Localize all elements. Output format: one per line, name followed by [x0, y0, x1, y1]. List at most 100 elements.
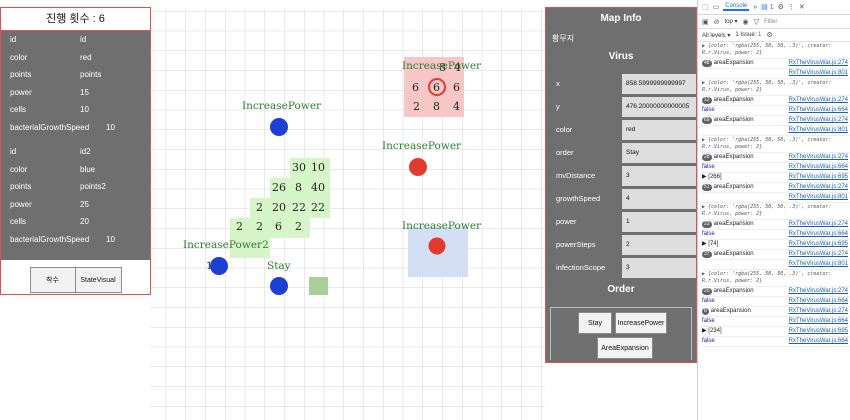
- console-log-entry[interactable]: ▶ {color: 'rgba(255, 50, 50, .3)', creat…: [702, 203, 850, 220]
- color-field[interactable]: red: [622, 119, 696, 140]
- console-settings-icon[interactable]: ⚙: [766, 31, 772, 39]
- console-log-entry[interactable]: false RxTheVirusWar.js:664: [702, 106, 850, 116]
- order-field[interactable]: Stay: [622, 142, 696, 163]
- console-log-entry[interactable]: false RxTheVirusWar.js:664: [702, 337, 850, 347]
- table-row: color red: [1, 49, 150, 67]
- console-log-entry[interactable]: ▶ {color: 'rgba(255, 50, 50, .3)', creat…: [702, 79, 850, 96]
- clear-console-icon[interactable]: ⊘: [714, 18, 720, 26]
- infection-scope-field[interactable]: 3: [622, 257, 696, 278]
- x-field[interactable]: 858.5999999999997: [622, 73, 696, 94]
- mv-distance-field[interactable]: 3: [622, 165, 696, 186]
- log-source-link[interactable]: RxTheVirusWar.js:695: [789, 241, 848, 248]
- log-source-link[interactable]: RxTheVirusWar.js:801: [789, 261, 848, 268]
- table-row: bacterialGrowthSpeed 10: [1, 231, 150, 249]
- stay-button[interactable]: Stay: [578, 312, 612, 334]
- row-value: 15: [80, 87, 89, 97]
- log-source-link[interactable]: RxTheVirusWar.js:274: [789, 154, 848, 161]
- sidebar-toggle-icon[interactable]: ▣: [702, 18, 709, 26]
- growth-speed-field[interactable]: 4: [622, 188, 696, 209]
- log-text: false: [702, 164, 715, 170]
- message-count-badge[interactable]: ▤ 1: [761, 3, 773, 11]
- log-source-link[interactable]: RxTheVirusWar.js:801: [789, 70, 848, 77]
- console-log-entry[interactable]: ▶ {color: 'rgba(255, 50, 50, .3)', creat…: [702, 136, 850, 153]
- log-source-link[interactable]: RxTheVirusWar.js:664: [789, 338, 848, 345]
- virus-section-title: Virus: [608, 51, 634, 62]
- console-log-entry[interactable]: ▶ [266] RxTheVirusWar.js:695: [702, 173, 850, 183]
- area-expansion-button[interactable]: AreaExpansion: [597, 337, 653, 359]
- increase-power-button[interactable]: IncreasePower: [615, 312, 667, 334]
- repeat-count-badge: 51: [702, 184, 712, 191]
- console-log-entry[interactable]: false RxTheVirusWar.js:664: [702, 230, 850, 240]
- tile-number: 22: [292, 201, 306, 214]
- info-row: mvDistance 3: [546, 164, 696, 187]
- console-log-entry[interactable]: 48 areaExpansion RxTheVirusWar.js:274: [702, 59, 850, 69]
- console-log-entry[interactable]: ▶ [234] RxTheVirusWar.js:695: [702, 327, 850, 337]
- log-source-link[interactable]: RxTheVirusWar.js:274: [789, 97, 848, 104]
- log-source-link[interactable]: RxTheVirusWar.js:695: [789, 328, 848, 335]
- order-label: IncreasePower: [402, 60, 482, 72]
- console-log-entry[interactable]: RxTheVirusWar.js:801: [702, 193, 850, 203]
- close-icon[interactable]: ✕: [799, 3, 805, 11]
- game-map[interactable]: 8 4 6 6 6 2 8 4 30 10 26 8 40 2 20 22 22…: [150, 9, 545, 420]
- context-select[interactable]: top ▾: [725, 18, 738, 25]
- console-log-entry[interactable]: RxTheVirusWar.js:801: [702, 69, 850, 79]
- issues-link[interactable]: 1 Issue: 1: [735, 32, 761, 38]
- tile-number: 6: [275, 220, 282, 233]
- log-source-link[interactable]: RxTheVirusWar.js:664: [789, 318, 848, 325]
- console-log-entry[interactable]: ▶ [74] RxTheVirusWar.js:695: [702, 240, 850, 250]
- console-log-entry[interactable]: RxTheVirusWar.js:801: [702, 126, 850, 136]
- log-source-link[interactable]: RxTheVirusWar.js:695: [789, 174, 848, 181]
- log-source-link[interactable]: RxTheVirusWar.js:274: [789, 60, 848, 67]
- state-visual-button[interactable]: StateVisual: [75, 267, 122, 293]
- settings-icon[interactable]: ⚙: [778, 3, 784, 11]
- row-key: id: [10, 35, 17, 44]
- console-log-entry[interactable]: RxTheVirusWar.js:801: [702, 260, 850, 270]
- log-source-link[interactable]: RxTheVirusWar.js:801: [789, 127, 848, 134]
- device-toggle-icon[interactable]: ▭: [713, 3, 720, 11]
- console-log-entry[interactable]: false RxTheVirusWar.js:664: [702, 297, 850, 307]
- log-source-link[interactable]: RxTheVirusWar.js:274: [789, 251, 848, 258]
- log-source-link[interactable]: RxTheVirusWar.js:274: [789, 288, 848, 295]
- more-options-icon[interactable]: ⋮: [788, 3, 795, 11]
- log-source-link[interactable]: RxTheVirusWar.js:801: [789, 194, 848, 201]
- log-text: false: [702, 231, 715, 237]
- log-message: ▶ {color: 'rgba(255, 50, 50, .3)', creat…: [702, 43, 848, 57]
- tab-console[interactable]: Console: [723, 3, 750, 11]
- filter-input[interactable]: Filter: [764, 19, 777, 25]
- inspect-icon[interactable]: ⬚: [702, 3, 709, 11]
- map-info-title: Map Info: [600, 13, 642, 24]
- log-source-link[interactable]: RxTheVirusWar.js:274: [789, 117, 848, 124]
- tile-number: 22: [311, 201, 325, 214]
- table-row: power 25: [1, 196, 150, 214]
- console-log-entry[interactable]: 37 areaExpansion RxTheVirusWar.js:274: [702, 250, 850, 260]
- power-field[interactable]: 1: [622, 211, 696, 232]
- log-message: ▶ [234]: [702, 328, 786, 335]
- levels-select[interactable]: All levels ▾: [702, 32, 730, 39]
- y-field[interactable]: 476.20000000000005: [622, 96, 696, 117]
- log-source-link[interactable]: RxTheVirusWar.js:664: [789, 107, 848, 114]
- console-log-entry[interactable]: ▶ {color: 'rgba(255, 50, 50, .3)', creat…: [702, 270, 850, 287]
- log-source-link[interactable]: RxTheVirusWar.js:664: [789, 164, 848, 171]
- console-log-entry[interactable]: 23 areaExpansion RxTheVirusWar.js:274: [702, 220, 850, 230]
- console-log-entry[interactable]: 20 areaExpansion RxTheVirusWar.js:274: [702, 287, 850, 297]
- log-text: areaExpansion: [710, 308, 751, 314]
- log-source-link[interactable]: RxTheVirusWar.js:664: [789, 298, 848, 305]
- more-tabs-icon[interactable]: »: [753, 4, 757, 11]
- log-source-link[interactable]: RxTheVirusWar.js:274: [789, 184, 848, 191]
- place-button[interactable]: 착수: [29, 267, 76, 293]
- log-message: ▶ {color: 'rgba(255, 50, 50, .3)', creat…: [702, 271, 848, 285]
- console-log-entry[interactable]: 69 areaExpansion RxTheVirusWar.js:274: [702, 116, 850, 126]
- console-log-entry[interactable]: 8 areaExpansion RxTheVirusWar.js:274: [702, 307, 850, 317]
- log-source-link[interactable]: RxTheVirusWar.js:274: [789, 221, 848, 228]
- console-log-entry[interactable]: 28 areaExpansion RxTheVirusWar.js:274: [702, 153, 850, 163]
- console-log-entry[interactable]: 12 areaExpansion RxTheVirusWar.js:274: [702, 96, 850, 106]
- log-source-link[interactable]: RxTheVirusWar.js:274: [789, 308, 848, 315]
- console-log-entry[interactable]: false RxTheVirusWar.js:664: [702, 163, 850, 173]
- log-message: ▶ [266]: [702, 174, 786, 181]
- log-source-link[interactable]: RxTheVirusWar.js:664: [789, 231, 848, 238]
- console-log-entry[interactable]: 51 areaExpansion RxTheVirusWar.js:274: [702, 183, 850, 193]
- console-log-entry[interactable]: ▶ {color: 'rgba(255, 50, 50, .3)', creat…: [702, 42, 850, 59]
- console-log-entry[interactable]: false RxTheVirusWar.js:664: [702, 317, 850, 327]
- power-steps-field[interactable]: 2: [622, 234, 696, 255]
- eye-icon[interactable]: ◉: [743, 18, 749, 26]
